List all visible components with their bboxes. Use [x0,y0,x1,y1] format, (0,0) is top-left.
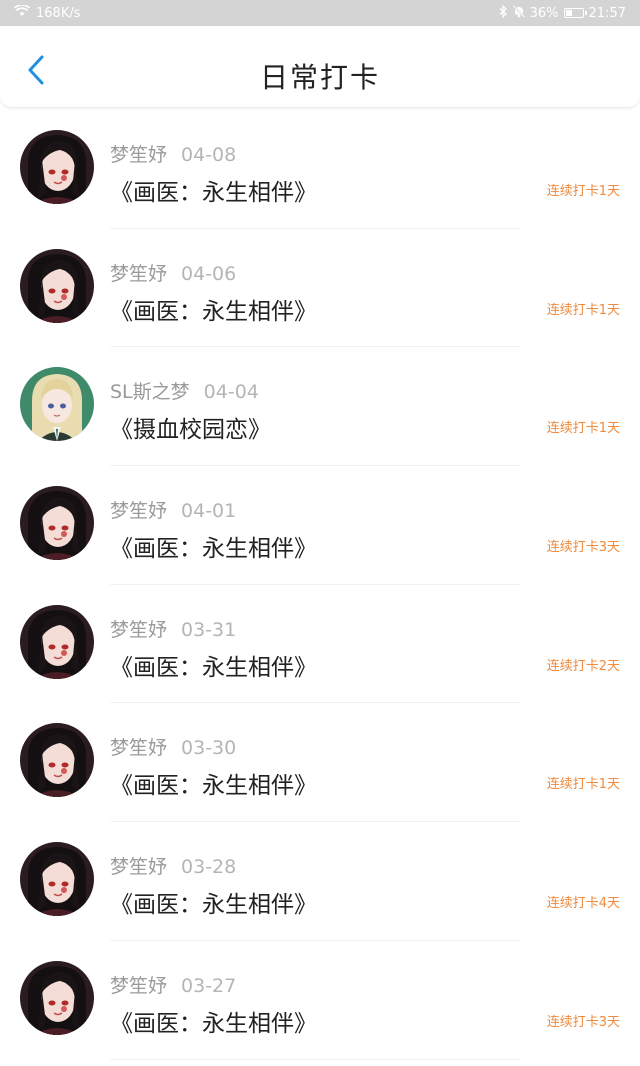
list-item[interactable]: SL斯之梦 04-04 《摄血校园恋》 连续打卡1天 [0,347,640,467]
avatar[interactable] [20,367,94,442]
entry-meta: 梦笙妤 03-31 [110,615,236,642]
user-name[interactable]: SL斯之梦 [110,381,190,403]
streak-badge: 连续打卡3天 [546,540,620,556]
book-title[interactable]: 《画医：永生相伴》 [110,885,317,919]
checkin-list: 梦笙妤 04-08 《画医：永生相伴》 连续打卡1天 梦笙妤 04-06 《画医：永… [0,110,640,1060]
list-item[interactable]: 梦笙妤 03-30 《画医：永生相伴》 连续打卡1天 [0,703,640,823]
streak-badge: 连续打卡1天 [546,777,620,793]
avatar-image [20,130,94,204]
streak-badge: 连续打卡1天 [546,184,620,199]
entry-date: 03-31 [181,618,237,641]
user-name[interactable]: 梦笙妤 [110,975,167,997]
list-item[interactable]: 梦笙妤 04-08 《画医：永生相伴》 连续打卡1天 [0,110,640,229]
user-name[interactable]: 梦笙妤 [110,144,167,166]
list-item[interactable]: 梦笙妤 03-31 《画医：永生相伴》 连续打卡2天 [0,585,640,704]
entry-date: 04-06 [181,262,237,285]
entry-meta: 梦笙妤 03-27 [110,971,236,998]
entry-date: 03-28 [181,856,237,879]
streak-badge: 连续打卡2天 [546,658,620,674]
avatar[interactable] [20,604,94,679]
avatar-image [20,486,94,561]
divider [110,1058,520,1060]
avatar[interactable] [20,486,94,561]
entry-meta: 梦笙妤 04-08 [110,140,236,167]
page-header: 日常打卡 [0,26,640,108]
streak-badge: 连续打卡1天 [546,421,620,437]
entry-date: 04-04 [203,381,259,404]
avatar-image [20,604,94,679]
entry-meta: 梦笙妤 03-28 [110,852,236,879]
entry-meta: 梦笙妤 03-30 [110,733,236,760]
avatar[interactable] [20,842,94,917]
entry-meta: SL斯之梦 04-04 [110,377,259,404]
avatar-image [20,367,94,442]
battery-icon [563,8,587,18]
book-title[interactable]: 《画医：永生相伴》 [110,173,317,207]
user-name[interactable]: 梦笙妤 [110,263,167,285]
user-name[interactable]: 梦笙妤 [110,619,167,641]
streak-badge: 连续打卡1天 [546,302,620,318]
list-item[interactable]: 梦笙妤 04-06 《画医：永生相伴》 连续打卡1天 [0,229,640,348]
avatar-image [20,723,94,798]
entry-date: 03-27 [181,974,237,997]
status-bar: 168K/s 36% 21:57 [0,0,640,26]
avatar[interactable] [20,248,94,323]
book-title[interactable]: 《画医：永生相伴》 [110,1004,317,1038]
mute-bell-icon [512,4,525,22]
clock: 21:57 [588,5,626,21]
entry-date: 04-01 [181,500,237,523]
entry-date: 04-08 [181,144,237,166]
streak-badge: 连续打卡3天 [546,1014,620,1030]
entry-date: 03-30 [181,737,237,760]
wifi-icon [13,4,31,21]
page-title: 日常打卡 [259,61,380,94]
user-name[interactable]: 梦笙妤 [110,856,167,878]
user-name[interactable]: 梦笙妤 [110,500,167,522]
avatar-image [20,842,94,917]
entry-meta: 梦笙妤 04-01 [110,496,236,523]
avatar-image [20,248,94,323]
book-title[interactable]: 《摄血校园恋》 [110,410,271,444]
avatar[interactable] [20,723,94,798]
avatar-image [20,960,94,1035]
bluetooth-icon [499,4,508,22]
book-title[interactable]: 《画医：永生相伴》 [110,766,317,800]
book-title[interactable]: 《画医：永生相伴》 [110,292,317,326]
battery-percent: 36% [529,5,559,21]
avatar[interactable] [20,130,94,204]
book-title[interactable]: 《画医：永生相伴》 [110,529,317,563]
user-name[interactable]: 梦笙妤 [110,737,167,759]
list-item[interactable]: 梦笙妤 03-28 《画医：永生相伴》 连续打卡4天 [0,822,640,941]
book-title[interactable]: 《画医：永生相伴》 [110,648,317,682]
streak-badge: 连续打卡4天 [546,896,620,912]
list-item[interactable]: 梦笙妤 03-27 《画医：永生相伴》 连续打卡3天 [0,941,640,1060]
entry-meta: 梦笙妤 04-06 [110,259,236,286]
list-item[interactable]: 梦笙妤 04-01 《画医：永生相伴》 连续打卡3天 [0,466,640,585]
network-speed: 168K/s [36,5,81,21]
avatar[interactable] [20,960,94,1035]
